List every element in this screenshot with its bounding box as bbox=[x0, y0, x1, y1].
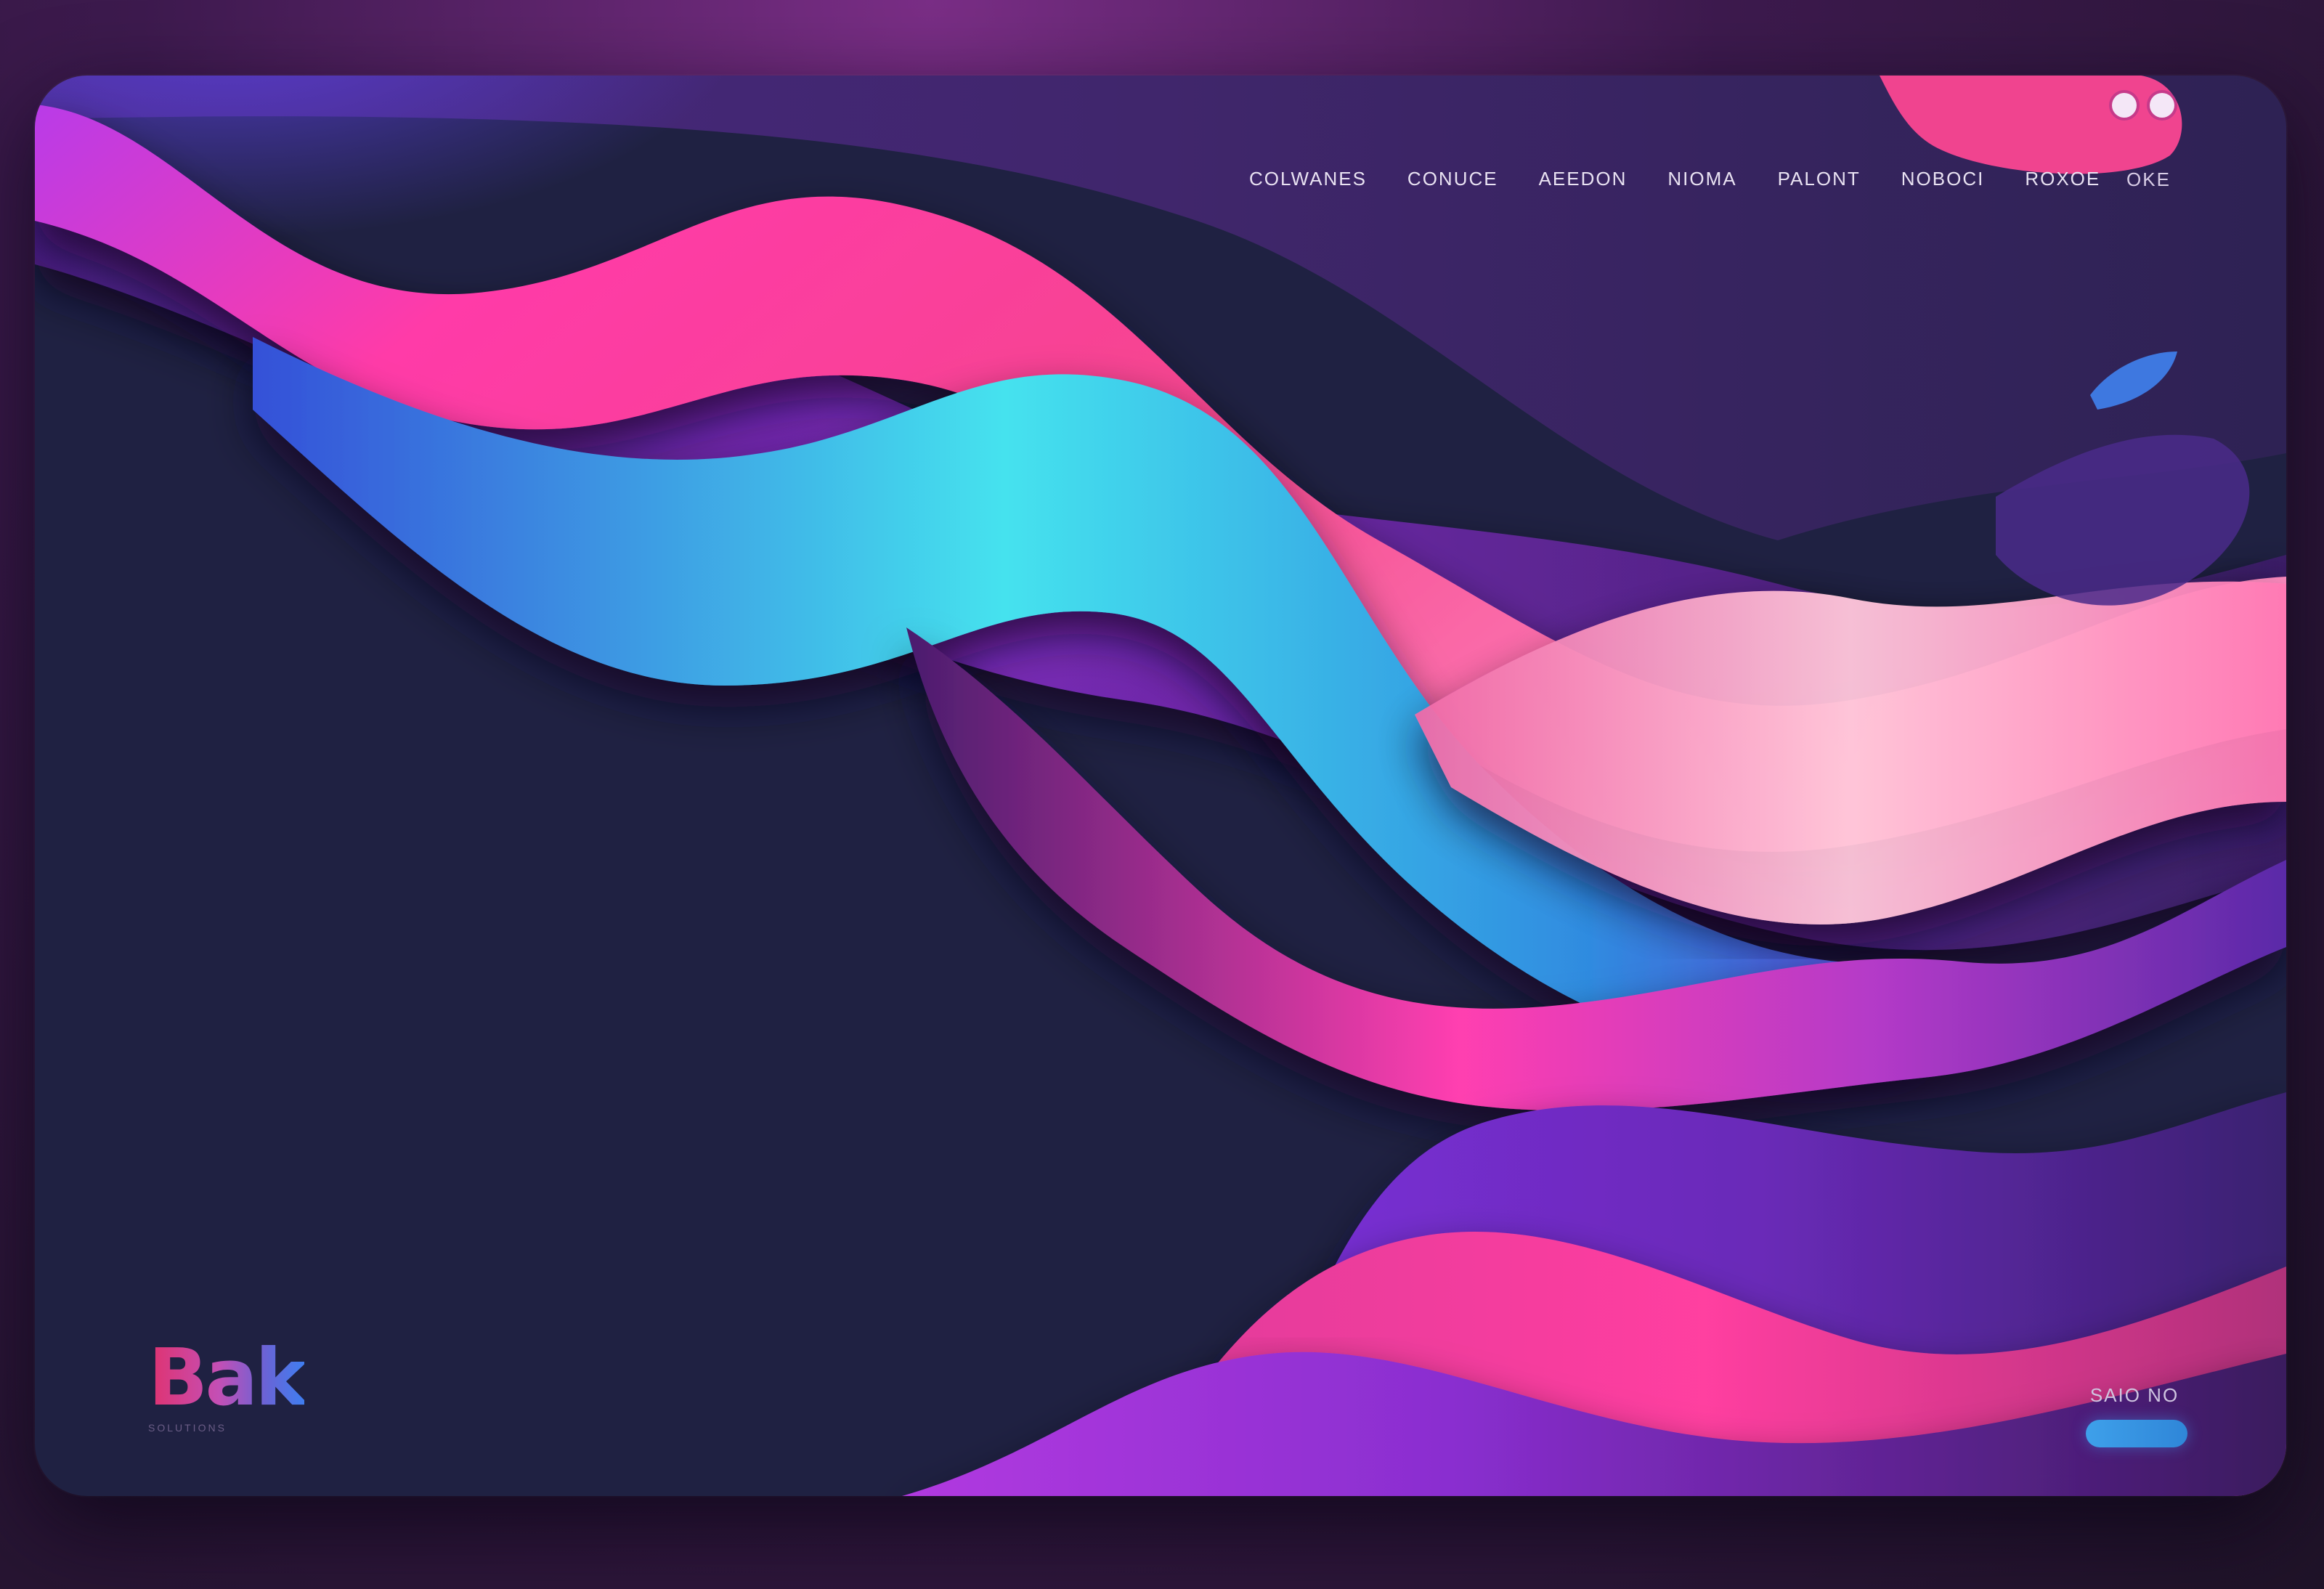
nav-item-4[interactable]: NIOMA bbox=[1667, 168, 1736, 190]
window-dot-2[interactable] bbox=[2150, 93, 2174, 118]
nav-item-5[interactable]: PALONT bbox=[1778, 168, 1861, 190]
cta-label: SAIO NO bbox=[2089, 1384, 2179, 1406]
logo-tagline: SOLUTIONS bbox=[148, 1422, 227, 1434]
nav-item-1[interactable]: COLWANES bbox=[1249, 168, 1367, 190]
nav-item-6[interactable]: NOBOCI bbox=[1901, 168, 1985, 190]
logo-mark: Bak bbox=[148, 1333, 307, 1423]
brand-logo[interactable]: Bak SOLUTIONS bbox=[148, 1333, 307, 1434]
nav-item-7[interactable]: ROXOE bbox=[2025, 168, 2100, 190]
wave-artwork bbox=[35, 76, 2286, 1496]
nav-item-2[interactable]: CONUCE bbox=[1407, 168, 1498, 190]
window-dot-1[interactable] bbox=[2112, 93, 2137, 118]
nav-item-3[interactable]: AEEDON bbox=[1539, 168, 1628, 190]
hero-frame: COLWANES CONUCE AEEDON NIOMA PALONT NOBO… bbox=[35, 76, 2286, 1496]
top-nav: COLWANES CONUCE AEEDON NIOMA PALONT NOBO… bbox=[1249, 164, 2100, 193]
cta-block: SAIO NO bbox=[2081, 1384, 2187, 1447]
nav-extra-link[interactable]: OKE bbox=[2126, 168, 2171, 191]
cta-button[interactable] bbox=[2086, 1420, 2187, 1447]
window-controls bbox=[2112, 93, 2174, 118]
